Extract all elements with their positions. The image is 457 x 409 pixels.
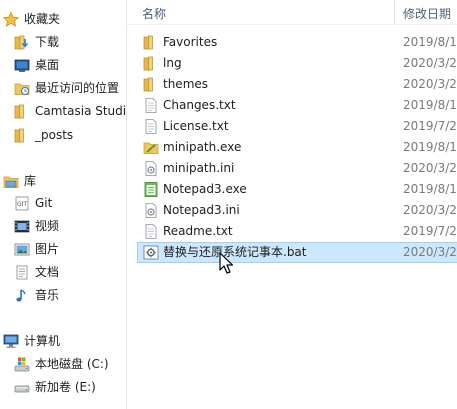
nav-item-label: _posts	[35, 128, 74, 142]
mouse-cursor-icon	[219, 252, 234, 274]
nav-item-downloads[interactable]: 下载	[0, 31, 126, 53]
nav-favorites-label: 收藏夹	[24, 12, 61, 26]
folder-icon	[143, 56, 159, 71]
file-row-notepad3-exe[interactable]: Notepad3.exe 2019/8/16	[137, 179, 457, 200]
file-date: 2019/8/16	[403, 140, 457, 154]
file-row-favorites[interactable]: Favorites 2019/8/16	[137, 32, 457, 53]
star-icon	[2, 11, 20, 27]
file-name: minipath.ini	[163, 161, 235, 175]
computer-icon	[3, 334, 19, 348]
file-row-minipath-ini[interactable]: minipath.ini 2020/3/24	[137, 158, 457, 179]
nav-item-documents[interactable]: 文档	[0, 261, 126, 283]
file-row-minipath-exe[interactable]: minipath.exe 2019/8/16	[137, 137, 457, 158]
file-name: Readme.txt	[163, 224, 233, 238]
notepad3-exe-icon	[143, 182, 159, 197]
file-date: 2019/8/16	[403, 98, 457, 112]
file-list-pane: 名称 修改日期 Favorites 2019/8/16 lng 2020/3/2…	[127, 0, 457, 409]
nav-favorites[interactable]: 收藏夹	[0, 8, 126, 30]
nav-computer[interactable]: 计算机	[0, 330, 126, 352]
nav-item-label: 桌面	[35, 58, 60, 72]
git-library-icon: GIT	[14, 196, 30, 211]
nav-item-videos[interactable]: 视频	[0, 215, 126, 237]
file-name: License.txt	[163, 119, 229, 133]
nav-item-label: 本地磁盘 (C:)	[35, 357, 109, 371]
file-row-restore-notepad-bat[interactable]: 替换与还原系统记事本.bat 2020/3/24	[137, 242, 457, 263]
column-divider[interactable]	[394, 0, 395, 24]
file-name: Notepad3.exe	[163, 182, 247, 196]
text-file-icon	[143, 119, 159, 134]
file-date: 2020/3/24	[403, 56, 457, 70]
file-date: 2019/8/16	[403, 35, 457, 49]
file-name: themes	[163, 77, 209, 91]
file-row-lng[interactable]: lng 2020/3/24	[137, 53, 457, 74]
file-row-license-txt[interactable]: License.txt 2019/7/27	[137, 116, 457, 137]
header-separator	[127, 24, 457, 25]
folder-icon	[143, 77, 159, 92]
nav-item-recent-places[interactable]: 最近访问的位置	[0, 77, 126, 99]
downloads-icon	[14, 35, 30, 50]
drive-icon	[14, 380, 30, 394]
file-name: Favorites	[163, 35, 218, 49]
file-date: 2019/7/27	[403, 119, 457, 133]
nav-item-label: Camtasia Studio	[35, 104, 126, 118]
settings-file-icon	[143, 203, 159, 218]
minipath-exe-icon	[143, 140, 159, 155]
text-file-icon	[143, 224, 159, 239]
videos-icon	[14, 219, 30, 233]
file-row-changes-txt[interactable]: Changes.txt 2019/8/16	[137, 95, 457, 116]
file-row-notepad3-ini[interactable]: Notepad3.ini 2020/3/24	[137, 200, 457, 221]
file-date: 2020/3/20	[403, 77, 457, 91]
documents-icon	[14, 265, 30, 280]
folder-icon	[14, 128, 30, 143]
file-name: minipath.exe	[163, 140, 242, 154]
file-date: 2019/8/16	[403, 182, 457, 196]
column-header-name[interactable]: 名称	[142, 5, 166, 22]
file-row-themes[interactable]: themes 2020/3/20	[137, 74, 457, 95]
batch-file-icon	[143, 245, 159, 260]
text-file-icon	[143, 98, 159, 113]
folder-icon	[14, 104, 30, 119]
nav-item-posts[interactable]: _posts	[0, 124, 126, 146]
svg-text:GIT: GIT	[17, 201, 27, 208]
file-date: 2019/7/27	[403, 224, 457, 238]
nav-item-label: 最近访问的位置	[35, 81, 120, 95]
file-name: Changes.txt	[163, 98, 236, 112]
nav-item-label: 图片	[35, 242, 60, 256]
folder-icon	[143, 35, 159, 50]
nav-item-volume-e[interactable]: 新加卷 (E:)	[0, 376, 126, 398]
file-date: 2020/3/24	[403, 203, 457, 217]
file-date: 2020/3/24	[403, 161, 457, 175]
recent-places-icon	[14, 81, 30, 95]
file-date: 2020/3/24	[403, 245, 457, 259]
nav-item-git[interactable]: GIT Git	[0, 192, 126, 214]
column-header-date-modified[interactable]: 修改日期	[403, 5, 451, 22]
music-icon	[14, 288, 30, 302]
settings-file-icon	[143, 161, 159, 176]
nav-libraries-label: 库	[24, 174, 37, 188]
nav-item-label: 音乐	[35, 288, 60, 302]
nav-item-pictures[interactable]: 图片	[0, 238, 126, 260]
system-drive-icon	[14, 357, 30, 372]
nav-item-label: 新加卷 (E:)	[35, 380, 96, 394]
file-row-readme-txt[interactable]: Readme.txt 2019/7/27	[137, 221, 457, 242]
file-name: Notepad3.ini	[163, 203, 240, 217]
nav-item-label: Git	[35, 196, 53, 210]
nav-item-label: 文档	[35, 265, 60, 279]
nav-libraries[interactable]: 库	[0, 170, 126, 192]
file-name: lng	[163, 56, 182, 70]
nav-item-music[interactable]: 音乐	[0, 284, 126, 306]
pictures-icon	[14, 242, 30, 256]
nav-item-local-disk-c[interactable]: 本地磁盘 (C:)	[0, 353, 126, 375]
nav-item-camtasia-studio[interactable]: Camtasia Studio	[0, 100, 126, 122]
nav-item-label: 视频	[35, 219, 60, 233]
nav-item-label: 下载	[35, 35, 60, 49]
desktop-icon	[14, 58, 30, 72]
navigation-pane: 收藏夹 下载 桌面 最近访问的位置 Camtasia Studio _posts	[0, 0, 126, 409]
nav-computer-label: 计算机	[24, 334, 61, 348]
libraries-icon	[3, 174, 19, 188]
nav-item-desktop[interactable]: 桌面	[0, 54, 126, 76]
